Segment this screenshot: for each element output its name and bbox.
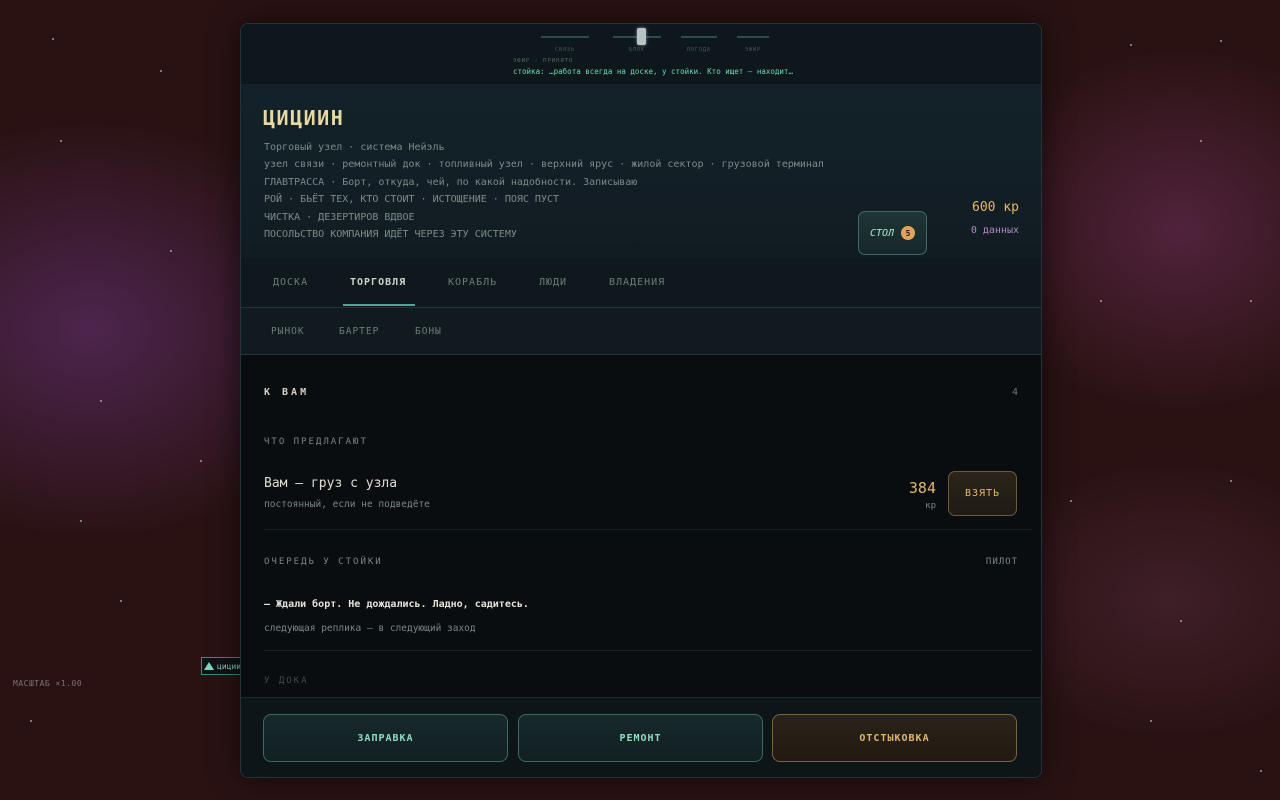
timeline-label: БЛОК — [628, 47, 646, 53]
timeline-segment — [681, 36, 717, 38]
queue-next-hint: следующая реплика — в следующий заход — [264, 623, 476, 634]
star — [1230, 480, 1232, 482]
station-info-line: РОЙ · БЬЁТ ТЕХ, КТО СТОИТ · ИСТОЩЕНИЕ · … — [264, 194, 560, 206]
ship-triangle-icon — [204, 662, 214, 670]
star — [1150, 720, 1152, 722]
subtab-barter[interactable]: БАРТЕР — [339, 326, 379, 337]
station-info-line: ПОСОЛЬСТВО КОМПАНИЯ ИДЁТ ЧЕРЕЗ ЭТУ СИСТЕ… — [264, 229, 517, 241]
sub-tabs: РЫНОК БАРТЕР БОНЫ — [241, 308, 1041, 355]
station-info: Торговый узел · система Нейэль узел связ… — [264, 139, 824, 243]
timeline-bar: СВЯЗЬ БЛОК ПОГОДА ЭФИР ЭФИР · ПРИНЯТО ст… — [241, 24, 1041, 85]
undock-button[interactable]: ОТСТЫКОВКА — [772, 714, 1017, 762]
station-name: ЦИЦИИН — [263, 106, 345, 130]
main-tabs: ДОСКА ТОРГОВЛЯ КОРАБЛЬ ЛЮДИ ВЛАДЕНИЯ — [241, 258, 1041, 308]
star — [100, 400, 102, 402]
divider — [264, 650, 1032, 651]
refuel-button[interactable]: ЗАПРАВКА — [263, 714, 508, 762]
credits-balance: 600 кр — [972, 200, 1019, 215]
star — [30, 720, 32, 722]
map-scale-label: МАСШТАБ ×1.00 — [13, 679, 83, 688]
take-offer-button[interactable]: ВЗЯТЬ — [948, 471, 1017, 516]
tab-people[interactable]: ЛЮДИ — [539, 277, 567, 288]
star — [1200, 140, 1202, 142]
star — [1220, 40, 1222, 42]
table-button[interactable]: СТОЛ 5 — [858, 211, 927, 255]
timeline-label: ЭФИР — [744, 47, 762, 53]
offer-price: 384 — [908, 479, 936, 497]
star — [1130, 44, 1132, 46]
star — [52, 38, 54, 40]
star — [170, 250, 172, 252]
offers-label: ЧТО ПРЕДЛАГАЮТ — [264, 437, 368, 447]
subtab-bonds[interactable]: БОНЫ — [415, 326, 442, 337]
star — [1180, 620, 1182, 622]
queue-label: ОЧЕРЕДЬ У СТОЙКИ — [264, 557, 383, 567]
queue-dialogue: — Ждали борт. Не дождались. Ладно, садит… — [264, 599, 529, 610]
station-info-line: Торговый узел · система Нейэль — [264, 142, 445, 153]
station-panel: СВЯЗЬ БЛОК ПОГОДА ЭФИР ЭФИР · ПРИНЯТО ст… — [240, 23, 1042, 778]
timeline-label: ПОГОДА — [686, 47, 712, 53]
broadcast-ticker: стойка: …работа всегда на доске, у стойк… — [513, 67, 793, 76]
star — [120, 600, 122, 602]
station-info-line: узел связи · ремонтный док · топливный у… — [264, 159, 824, 171]
active-tab-indicator — [343, 304, 415, 306]
station-info-line: ГЛАВТРАССА · Борт, откуда, чей, по какой… — [264, 176, 638, 188]
map-marker-label: циции — [217, 661, 242, 671]
tab-board[interactable]: ДОСКА — [273, 277, 308, 288]
star — [200, 460, 202, 462]
tab-ship[interactable]: КОРАБЛЬ — [448, 277, 497, 288]
tab-trade[interactable]: ТОРГОВЛЯ — [350, 277, 406, 288]
section-count: 4 — [1011, 387, 1018, 398]
offer-price-unit: кр — [925, 501, 936, 511]
station-info-line: ЧИСТКА · ДЕЗЕРТИРОВ ВДВОЕ — [264, 211, 415, 223]
star — [80, 520, 82, 522]
table-button-label: СТОЛ — [869, 227, 895, 239]
divider — [264, 529, 1032, 530]
star — [1070, 500, 1072, 502]
offer-subtitle: постоянный, если не подведёте — [264, 499, 430, 510]
star — [160, 70, 162, 72]
subtab-market[interactable]: РЫНОК — [271, 326, 305, 337]
data-count: 0 данных — [970, 225, 1019, 236]
dock-section-label: У ДОКА — [264, 676, 309, 686]
station-header: ЦИЦИИН Торговый узел · система Нейэль уз… — [241, 84, 1041, 259]
action-footer: ЗАПРАВКА РЕМОНТ ОТСТЫКОВКА — [241, 697, 1041, 777]
star — [1250, 300, 1252, 302]
timeline-label: СВЯЗЬ — [554, 47, 576, 53]
timeline: СВЯЗЬ БЛОК ПОГОДА ЭФИР — [541, 28, 771, 62]
star — [1260, 770, 1262, 772]
star — [1100, 300, 1102, 302]
section-title: К ВАМ — [264, 387, 310, 398]
tab-holdings[interactable]: ВЛАДЕНИЯ — [609, 277, 665, 288]
trade-content[interactable]: К ВАМ 4 ЧТО ПРЕДЛАГАЮТ Вам — груз с узла… — [241, 355, 1041, 697]
timeline-segment — [541, 36, 589, 38]
offer-title: Вам — груз с узла — [264, 476, 398, 491]
table-count-badge: 5 — [901, 226, 916, 240]
timeline-segment — [737, 36, 769, 38]
timeline-handle[interactable] — [637, 28, 646, 45]
star — [60, 140, 62, 142]
queue-role: ПИЛОТ — [985, 557, 1018, 567]
broadcast-meta: ЭФИР · ПРИНЯТО — [513, 58, 574, 64]
repair-button[interactable]: РЕМОНТ — [518, 714, 763, 762]
